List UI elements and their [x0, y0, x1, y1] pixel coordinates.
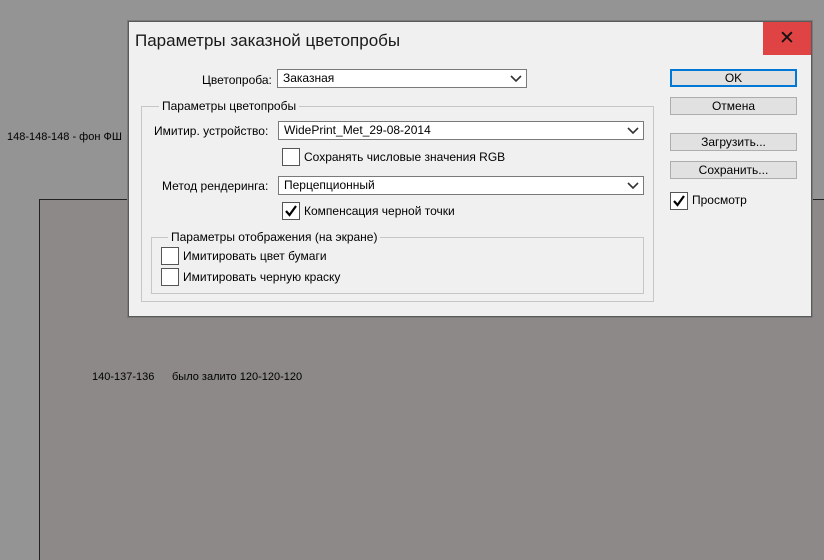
proof-label: Цветопроба:: [202, 73, 272, 87]
chevron-down-icon: [627, 182, 639, 190]
device-label: Имитир. устройство:: [154, 124, 269, 138]
background-note-bottom-left: 140-137-136: [92, 371, 155, 383]
rendering-select[interactable]: Перцепционный: [278, 176, 644, 195]
background-note-bottom-right: было залито 120-120-120: [172, 371, 303, 383]
close-icon: ✕: [779, 28, 795, 49]
black-point-checkbox[interactable]: [282, 202, 300, 220]
chevron-down-icon: [510, 75, 522, 83]
rendering-select-value: Перцепционный: [284, 178, 375, 192]
dialog-title: Параметры заказной цветопробы: [135, 31, 401, 50]
load-button[interactable]: Загрузить...: [670, 133, 797, 151]
simulate-paper-checkbox[interactable]: [161, 247, 179, 265]
proof-select-value: Заказная: [283, 71, 335, 85]
proof-select[interactable]: Заказная: [277, 69, 527, 88]
save-button[interactable]: Сохранить...: [670, 161, 797, 179]
custom-proof-dialog: Параметры заказной цветопробы ✕ Цветопро…: [128, 21, 812, 317]
checkmark-icon: [673, 195, 685, 207]
proof-conditions-legend: Параметры цветопробы: [159, 99, 300, 113]
preserve-rgb-checkbox[interactable]: [282, 148, 300, 166]
device-select[interactable]: WidePrint_Met_29-08-2014: [278, 121, 644, 140]
preserve-rgb-label: Сохранять числовые значения RGB: [304, 150, 506, 164]
rendering-label: Метод рендеринга:: [162, 179, 269, 193]
simulate-paper-label: Имитировать цвет бумаги: [183, 249, 327, 263]
preview-checkbox[interactable]: [670, 192, 688, 210]
device-select-value: WidePrint_Met_29-08-2014: [284, 123, 431, 137]
checkmark-icon: [285, 205, 297, 217]
display-options-group: [151, 237, 644, 294]
cancel-button[interactable]: Отмена: [670, 97, 797, 115]
black-point-label: Компенсация черной точки: [304, 204, 455, 218]
dialog-titlebar[interactable]: Параметры заказной цветопробы ✕: [129, 22, 811, 58]
simulate-ink-label: Имитировать черную краску: [183, 270, 341, 284]
close-button[interactable]: ✕: [763, 22, 811, 55]
simulate-ink-checkbox[interactable]: [161, 268, 179, 286]
chevron-down-icon: [627, 127, 639, 135]
preview-label: Просмотр: [692, 193, 747, 207]
ok-button[interactable]: OK: [670, 69, 797, 87]
display-options-legend: Параметры отображения (на экране): [168, 230, 381, 244]
background-note-top: 148-148-148 - фон ФШ: [7, 131, 122, 143]
